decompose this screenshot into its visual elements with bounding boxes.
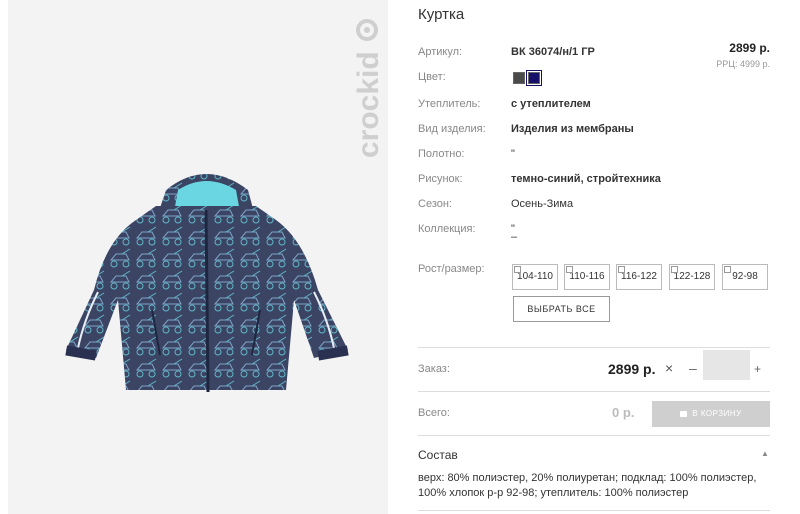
attr-value: " — [511, 148, 515, 160]
attr-value: ВК 36074/н/1 ГР — [511, 46, 595, 58]
size-label: 104-110 — [517, 271, 553, 282]
attr-value: с утеплителем — [511, 98, 591, 110]
checkbox-icon[interactable] — [671, 266, 678, 273]
attr-value: – — [511, 231, 518, 243]
attr-label: Рисунок: — [418, 173, 463, 185]
add-to-cart-button[interactable]: В КОРЗИНУ — [652, 401, 770, 427]
composition-title[interactable]: Состав — [418, 448, 458, 462]
brand-logo: crockid — [352, 19, 385, 158]
attr-value: темно-синий, стройтехника — [511, 173, 661, 185]
order-price: 2899 р. — [608, 361, 656, 377]
attr-label: Утеплитель: — [418, 98, 481, 110]
size-option-116-122[interactable]: 116-122 — [616, 264, 662, 290]
decrease-quantity-button[interactable]: – — [689, 360, 697, 376]
color-swatch-navy[interactable] — [526, 70, 542, 86]
product-photo[interactable]: crockid — [8, 0, 388, 514]
size-label: 110-116 — [569, 271, 605, 282]
divider — [418, 435, 770, 436]
attr-label: Полотно: — [418, 148, 465, 160]
product-page: crockid Куртка 2899 р. РРЦ: 4999 р. Арти… — [0, 0, 800, 514]
size-option-104-110[interactable]: 104-110 — [512, 264, 558, 290]
size-option-110-116[interactable]: 110-116 — [564, 264, 610, 290]
size-label: 122-128 — [673, 271, 711, 282]
recommended-price: РРЦ: 4999 р. — [716, 59, 770, 69]
select-all-button[interactable]: ВЫБРАТЬ ВСЕ — [513, 296, 610, 322]
composition-text: верх: 80% полиэстер, 20% полиуретан; под… — [418, 472, 757, 499]
product-details: Куртка 2899 р. РРЦ: 4999 р. Артикул: ВК … — [418, 0, 778, 514]
size-option-92-98[interactable]: 92-98 — [722, 264, 768, 290]
color-swatch-dark-gray[interactable] — [513, 72, 525, 84]
attr-label: Артикул: — [418, 46, 463, 58]
jacket-image — [65, 174, 349, 393]
multiply-sign: × — [665, 360, 674, 376]
svg-text:crockid: crockid — [352, 51, 385, 158]
attr-label: Цвет: — [418, 71, 446, 83]
quantity-input[interactable] — [703, 350, 750, 380]
checkbox-icon[interactable] — [724, 266, 731, 273]
product-title: Куртка — [418, 6, 465, 23]
checkbox-icon[interactable] — [618, 266, 625, 273]
product-price: 2899 р. — [729, 41, 770, 55]
chevron-up-icon[interactable]: ▲ — [761, 449, 769, 458]
order-label: Заказ: — [418, 363, 450, 375]
cart-icon — [680, 410, 688, 417]
increase-quantity-button[interactable]: + — [754, 362, 761, 376]
divider — [418, 510, 770, 511]
attr-label: Вид изделия: — [418, 123, 486, 135]
attr-value: Осень-Зима — [511, 198, 574, 210]
attr-label: Рост/размер: — [418, 263, 485, 275]
divider — [418, 347, 770, 348]
divider — [418, 391, 770, 392]
total-label: Всего: — [418, 407, 450, 419]
total-value: 0 р. — [612, 405, 635, 420]
size-option-122-128[interactable]: 122-128 — [669, 264, 715, 290]
size-label: 92-98 — [732, 271, 758, 282]
cart-button-label: В КОРЗИНУ — [692, 409, 742, 418]
attr-label: Сезон: — [418, 198, 452, 210]
attr-label: Коллекция: — [418, 223, 476, 235]
size-label: 116-122 — [621, 271, 657, 282]
attr-value: Изделия из мембраны — [511, 123, 634, 135]
checkbox-icon[interactable] — [566, 266, 573, 273]
checkbox-icon[interactable] — [514, 266, 521, 273]
